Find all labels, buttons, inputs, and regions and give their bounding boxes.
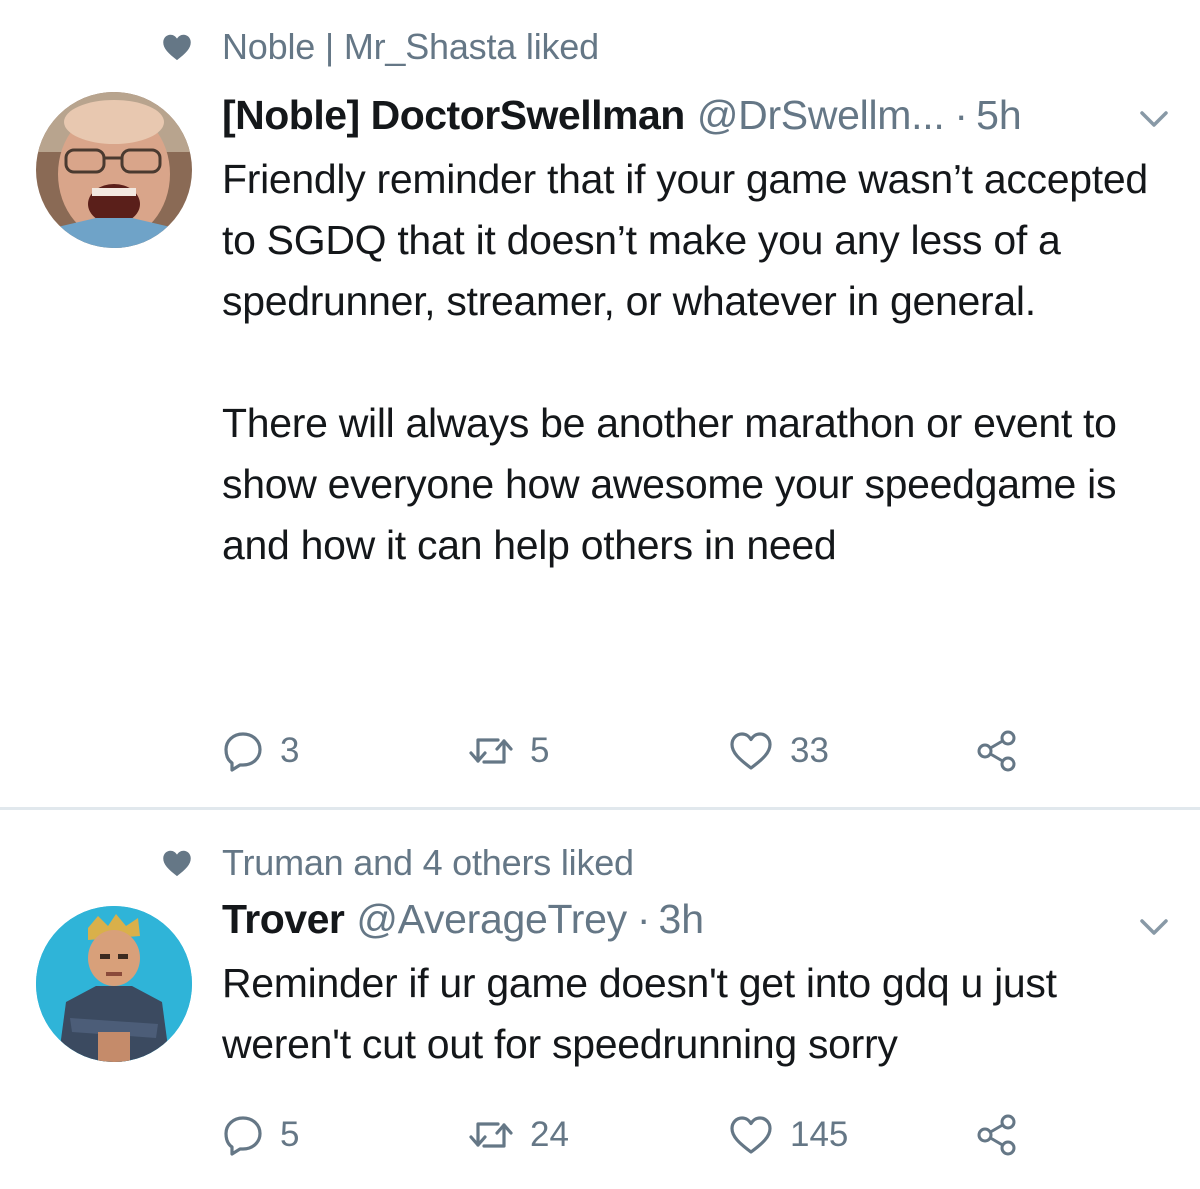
tweet-actions: 5 24 145 <box>222 1110 1122 1160</box>
separator-dot: · <box>954 92 969 138</box>
tweet-header: Trover @AverageTrey · 3h <box>222 896 704 943</box>
avatar-photo <box>36 906 192 1062</box>
heart-icon <box>163 850 191 877</box>
retweet-count: 5 <box>530 731 550 770</box>
share-icon <box>977 1114 1016 1156</box>
share-button[interactable] <box>974 726 1020 776</box>
avatar[interactable] <box>36 906 192 1062</box>
retweet-count: 24 <box>530 1115 569 1154</box>
user-handle[interactable]: @AverageTrey <box>356 896 627 943</box>
retweet-button[interactable]: 5 <box>468 726 549 776</box>
retweet-button[interactable]: 24 <box>468 1110 569 1160</box>
social-context: Truman and 4 others liked <box>162 842 634 884</box>
like-button[interactable]: 33 <box>728 726 829 776</box>
chevron-down-icon[interactable] <box>1134 912 1174 942</box>
tweet-actions: 3 5 33 <box>222 726 1122 776</box>
display-name[interactable]: [Noble] DoctorSwellman <box>222 92 685 139</box>
like-button[interactable]: 145 <box>728 1110 848 1160</box>
timestamp[interactable]: 5h <box>976 92 1022 139</box>
like-count: 33 <box>790 731 829 770</box>
tweet-text: Friendly reminder that if your game wasn… <box>222 156 1148 568</box>
reply-button[interactable]: 5 <box>222 1110 299 1160</box>
display-name[interactable]: Trover <box>222 896 345 943</box>
reply-count: 3 <box>280 731 300 770</box>
like-count: 145 <box>790 1115 849 1154</box>
tweet-card[interactable]: Noble | Mr_Shasta liked [Noble] DoctorSw… <box>0 0 1200 808</box>
like-icon <box>730 1116 772 1154</box>
social-context: Noble | Mr_Shasta liked <box>162 26 599 68</box>
reply-button[interactable]: 3 <box>222 726 299 776</box>
chevron-down-icon[interactable] <box>1134 104 1174 134</box>
tweet-text: Reminder if ur game doesn't get into gdq… <box>222 960 1057 1067</box>
separator-dot: · <box>636 896 651 942</box>
timestamp[interactable]: 3h <box>658 896 704 943</box>
user-handle[interactable]: @DrSwellm... <box>697 92 945 139</box>
retweet-icon <box>469 738 513 764</box>
reply-count: 5 <box>280 1115 300 1154</box>
share-icon <box>977 730 1016 772</box>
reply-icon <box>224 732 262 772</box>
social-context-text[interactable]: Noble | Mr_Shasta liked <box>222 26 599 68</box>
social-context-text[interactable]: Truman and 4 others liked <box>222 842 634 884</box>
tweet-card[interactable]: Truman and 4 others liked Trover @Averag… <box>0 810 1200 1189</box>
avatar[interactable] <box>36 92 192 248</box>
tweet-header: [Noble] DoctorSwellman @DrSwellm... · 5h <box>222 92 1022 139</box>
reply-icon <box>224 1116 262 1156</box>
retweet-icon <box>469 1122 513 1148</box>
like-icon <box>730 732 772 770</box>
avatar-photo <box>36 92 192 248</box>
share-button[interactable] <box>974 1110 1020 1160</box>
heart-icon <box>163 34 191 61</box>
